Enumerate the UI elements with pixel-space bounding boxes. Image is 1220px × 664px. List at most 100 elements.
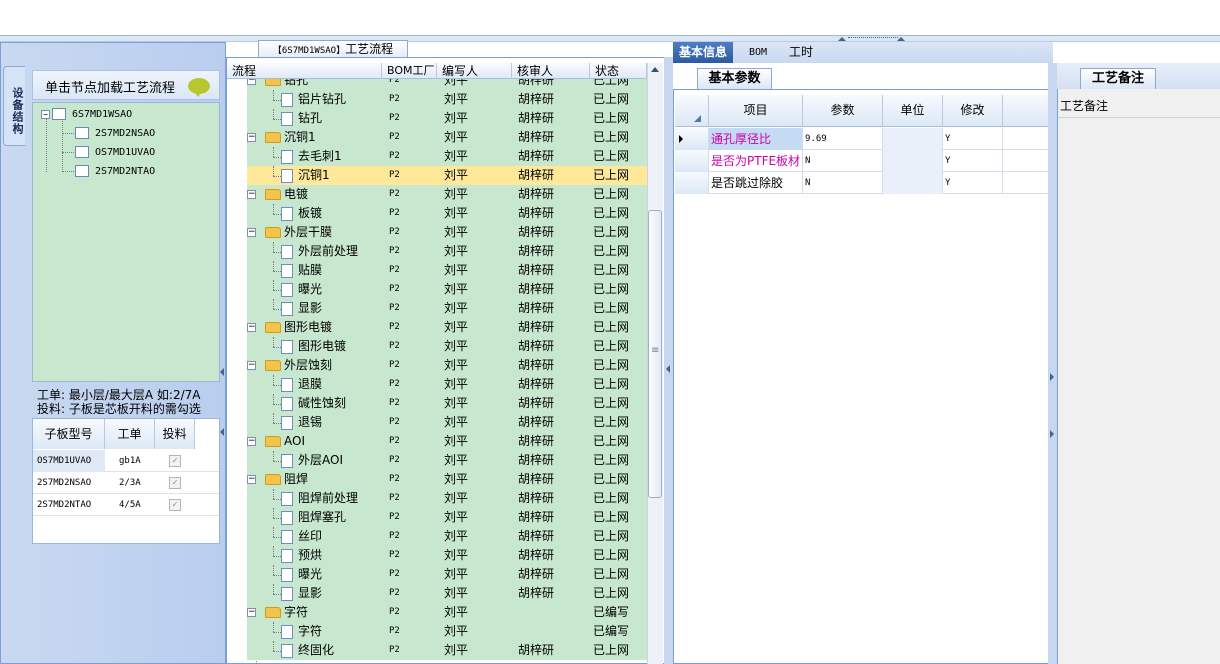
process-step-row[interactable]: 退膜 P2 刘平 胡梓研 已上网 <box>247 375 647 394</box>
splitter-grip[interactable] <box>848 37 898 41</box>
cell-item[interactable]: 是否跳过除胶 <box>709 172 803 194</box>
process-step-row[interactable]: 铝片钻孔 P2 刘平 胡梓研 已上网 <box>247 90 647 109</box>
process-step-row[interactable]: 钻孔 P2 刘平 胡梓研 已上网 <box>247 109 647 128</box>
cell-modify[interactable]: Y <box>943 172 1003 194</box>
vertical-splitter[interactable] <box>664 57 673 664</box>
collapse-icon[interactable]: − <box>247 323 256 332</box>
checkmark-icon[interactable]: ✓ <box>169 477 181 489</box>
collapse-left-icon[interactable] <box>220 428 224 436</box>
process-step-row[interactable]: 终固化 P2 刘平 胡梓研 已上网 <box>247 641 647 660</box>
tab-process-notes[interactable]: 工艺备注 <box>1080 68 1156 89</box>
process-step-row[interactable]: 丝印 P2 刘平 胡梓研 已上网 <box>247 527 647 546</box>
cell-modify[interactable]: Y <box>943 150 1003 172</box>
tree-node-child[interactable]: 2S7MD2NTAO <box>75 164 155 180</box>
process-group-row[interactable]: 图形电镀 P2 刘平 胡梓研 已上网 <box>247 318 647 337</box>
column-header[interactable]: 核审人 <box>512 63 590 79</box>
collapse-right-icon[interactable] <box>1050 373 1054 381</box>
process-group-row[interactable]: 电镀 P2 刘平 胡梓研 已上网 <box>247 185 647 204</box>
collapse-icon[interactable]: − <box>247 437 256 446</box>
cell-unit[interactable] <box>883 172 943 194</box>
process-step-row[interactable]: 去毛刺1 P2 刘平 胡梓研 已上网 <box>247 147 647 166</box>
tab-basic-info[interactable]: 基本信息 <box>673 42 734 63</box>
collapse-icon[interactable]: − <box>247 133 256 142</box>
cell-unit[interactable] <box>883 150 943 172</box>
checkmark-icon[interactable]: ✓ <box>169 455 181 467</box>
cell-item[interactable]: 通孔厚径比 <box>709 128 803 150</box>
collapse-icon[interactable]: − <box>247 475 256 484</box>
checkbox-icon[interactable] <box>75 127 89 139</box>
process-step-row[interactable]: 沉铜1 P2 刘平 胡梓研 已上网 <box>247 166 647 185</box>
column-header[interactable]: 项目 <box>709 95 803 127</box>
param-row[interactable]: 通孔厚径比 9.69 Y <box>675 128 1048 150</box>
tree-node-child[interactable]: OS7MD1UVAO <box>75 145 155 161</box>
column-header[interactable]: 工单 <box>105 419 155 449</box>
checkbox-icon[interactable] <box>52 108 66 120</box>
column-header[interactable]: 子板型号 <box>33 419 105 449</box>
tree-node-root[interactable]: − 6S7MD1WSAO <box>41 107 132 123</box>
column-header[interactable]: 流程 <box>227 63 382 79</box>
cell-order[interactable]: 2/3A <box>119 472 141 494</box>
collapse-icon[interactable]: − <box>247 361 256 370</box>
checkmark-icon[interactable]: ✓ <box>169 499 181 511</box>
collapse-up-icon[interactable] <box>897 37 905 41</box>
process-notes-textarea[interactable] <box>1058 117 1220 664</box>
table-row[interactable]: 2S7MD2NSAO 2/3A ✓ <box>33 472 219 494</box>
process-step-row[interactable]: 阻焊塞孔 P2 刘平 胡梓研 已上网 <box>247 508 647 527</box>
cell-order[interactable]: 4/5A <box>119 494 141 516</box>
column-header[interactable]: 单位 <box>883 95 943 127</box>
collapse-left-icon[interactable] <box>220 368 224 376</box>
scrollbar-thumb[interactable] <box>648 210 662 498</box>
process-step-row[interactable]: 外层前处理 P2 刘平 胡梓研 已上网 <box>247 242 647 261</box>
process-step-row[interactable]: 板镀 P2 刘平 胡梓研 已上网 <box>247 204 647 223</box>
cell-order[interactable]: gb1A <box>119 450 141 472</box>
collapse-icon[interactable]: − <box>247 79 256 85</box>
collapse-icon[interactable]: − <box>247 608 256 617</box>
column-header[interactable]: 状态 <box>590 63 647 79</box>
process-group-row[interactable]: 外层蚀刻 P2 刘平 胡梓研 已上网 <box>247 356 647 375</box>
collapse-icon[interactable]: − <box>247 228 256 237</box>
process-step-row[interactable]: 显影 P2 刘平 胡梓研 已上网 <box>247 584 647 603</box>
cell-modify[interactable]: Y <box>943 128 1003 150</box>
process-step-row[interactable]: 显影 P2 刘平 胡梓研 已上网 <box>247 299 647 318</box>
process-step-row[interactable]: 退锡 P2 刘平 胡梓研 已上网 <box>247 413 647 432</box>
process-step-row[interactable]: 字符 P2 刘平 已编写 <box>247 622 647 641</box>
column-header[interactable]: 投料 <box>155 419 195 449</box>
process-group-row[interactable]: 字符 P2 刘平 已编写 <box>247 603 647 622</box>
process-group-row[interactable]: AOI P2 刘平 胡梓研 已上网 <box>247 432 647 451</box>
cell-value[interactable]: N <box>803 150 883 172</box>
collapse-icon[interactable]: − <box>247 190 256 199</box>
column-header[interactable]: 编写人 <box>437 63 512 79</box>
cell-unit[interactable] <box>883 128 943 150</box>
collapse-left-icon[interactable] <box>666 365 670 373</box>
cell-item[interactable]: 是否为PTFE板材 <box>709 150 803 172</box>
tab-basic-params[interactable]: 基本参数 <box>697 68 772 89</box>
process-step-row[interactable]: 曝光 P2 刘平 胡梓研 已上网 <box>247 280 647 299</box>
collapse-right-icon[interactable] <box>1050 430 1054 438</box>
param-row[interactable]: 是否跳过除胶 N Y <box>675 172 1048 194</box>
tab-bom[interactable]: BOM <box>743 42 773 63</box>
collapse-up-icon[interactable] <box>838 37 846 41</box>
process-step-row[interactable]: 贴膜 P2 刘平 胡梓研 已上网 <box>247 261 647 280</box>
process-group-row[interactable]: 钻孔 P2 刘平 胡梓研 已上网 <box>247 79 647 90</box>
scroll-up-icon[interactable] <box>651 67 659 72</box>
table-row[interactable]: 2S7MD2NTAO 4/5A ✓ <box>33 494 219 516</box>
cell-value[interactable]: 9.69 <box>803 128 883 150</box>
tree-node-child[interactable]: 2S7MD2NSAO <box>75 126 155 142</box>
table-row[interactable]: OS7MD1UVAO gb1A ✓ <box>33 450 219 472</box>
vertical-splitter[interactable] <box>1048 63 1057 664</box>
process-step-row[interactable]: 图形电镀 P2 刘平 胡梓研 已上网 <box>247 337 647 356</box>
process-step-row[interactable]: 外层AOI P2 刘平 胡梓研 已上网 <box>247 451 647 470</box>
column-header[interactable]: 参数 <box>803 95 883 127</box>
process-step-row[interactable]: 阻焊前处理 P2 刘平 胡梓研 已上网 <box>247 489 647 508</box>
process-group-row[interactable]: 沉铜1 P2 刘平 胡梓研 已上网 <box>247 128 647 147</box>
cell-value[interactable]: N <box>803 172 883 194</box>
checkbox-icon[interactable] <box>75 146 89 158</box>
tab-work-hours[interactable]: 工时 <box>783 42 819 63</box>
process-step-row[interactable]: 碱性蚀刻 P2 刘平 胡梓研 已上网 <box>247 394 647 413</box>
param-row[interactable]: 是否为PTFE板材 N Y <box>675 150 1048 172</box>
checkbox-icon[interactable] <box>75 165 89 177</box>
tab-device-structure[interactable]: 设备结构 <box>3 66 25 146</box>
process-group-row[interactable]: 阻焊 P2 刘平 胡梓研 已上网 <box>247 470 647 489</box>
process-group-row[interactable]: 外层干膜 P2 刘平 胡梓研 已上网 <box>247 223 647 242</box>
column-header[interactable]: BOM工厂 <box>382 63 437 79</box>
